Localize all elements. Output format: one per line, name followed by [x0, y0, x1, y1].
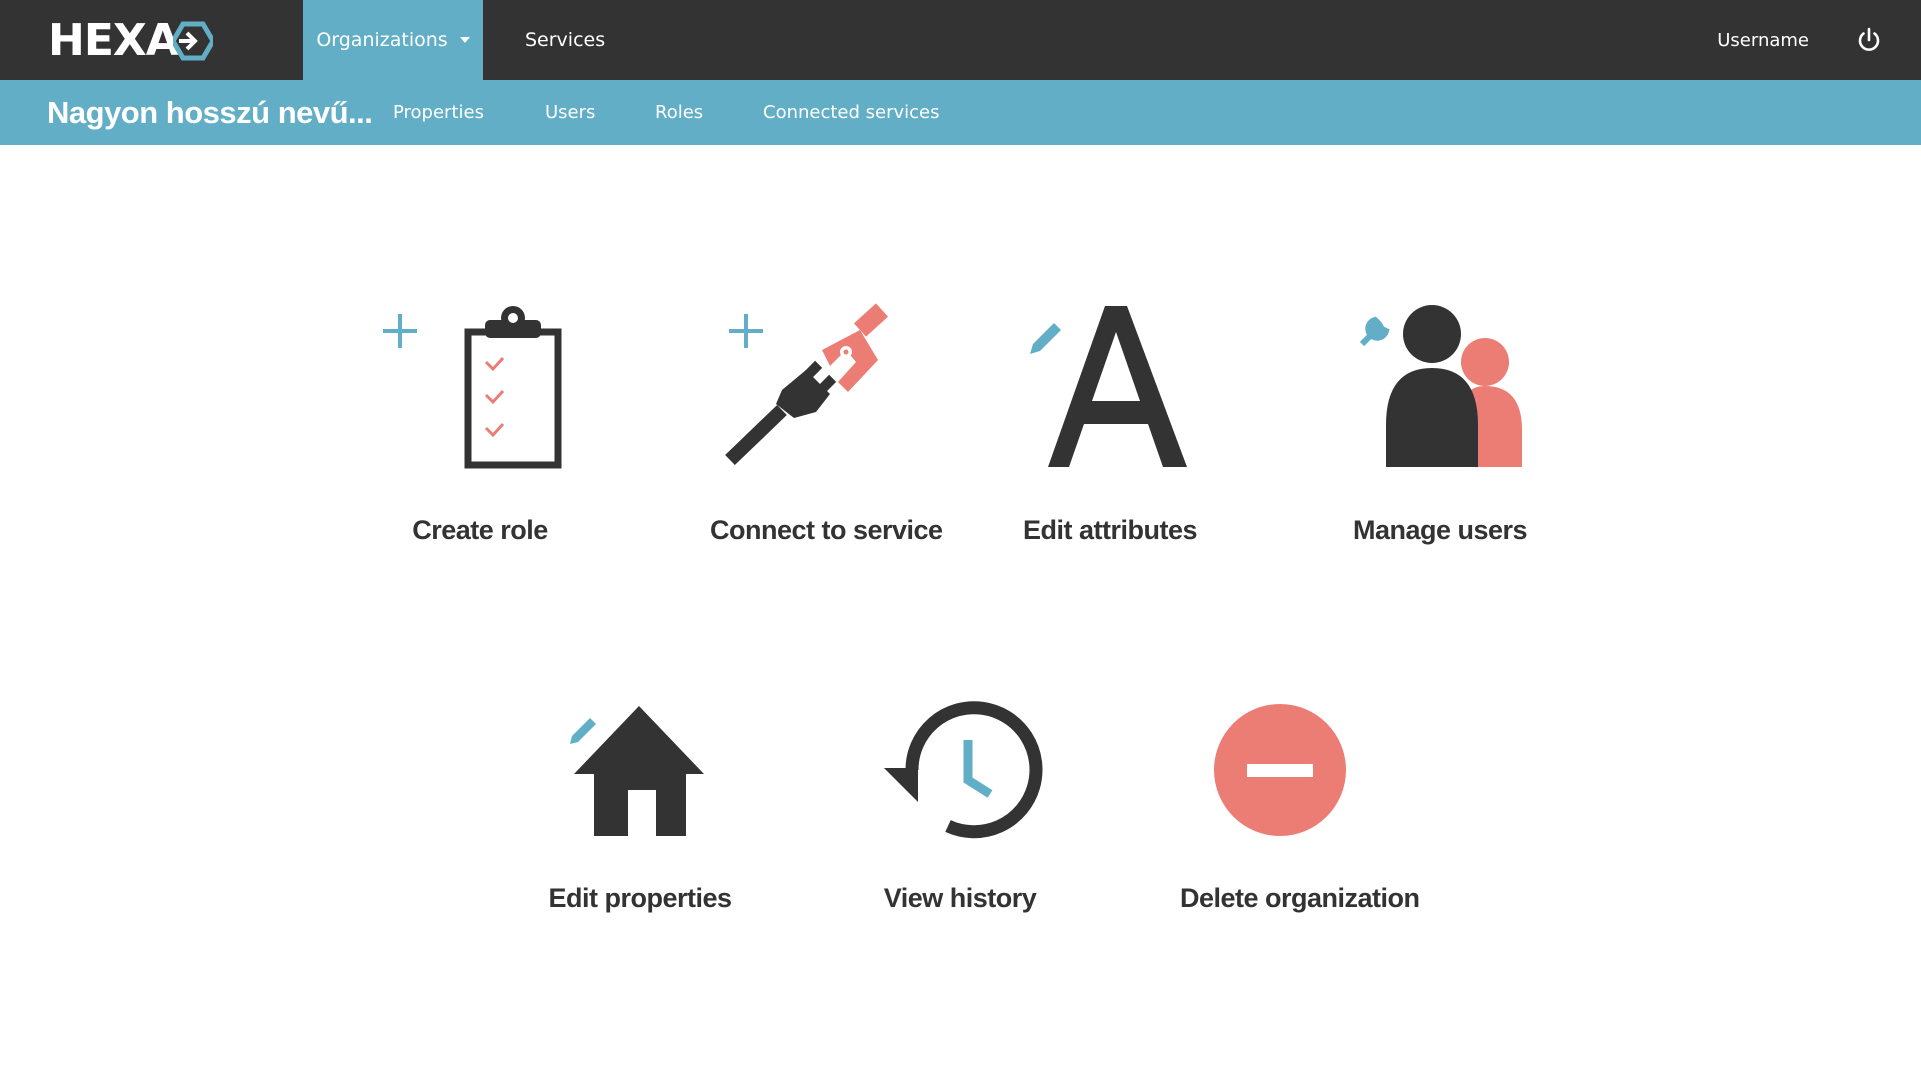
caret-down-icon	[459, 37, 470, 43]
manage-users-label: Manage users	[1352, 515, 1528, 545]
letter-a-pencil-icon	[1030, 306, 1187, 467]
manage-users-tile[interactable]: Manage users	[1340, 300, 1540, 560]
view-history-label: View history	[883, 883, 1037, 913]
power-icon[interactable]	[1856, 27, 1882, 53]
create-role-label: Create role	[412, 515, 548, 545]
subnav-connected-services[interactable]: Connected services	[763, 80, 940, 145]
edit-attributes-label: Edit attributes	[1022, 515, 1198, 545]
users-wrench-icon	[1359, 305, 1522, 467]
house-pencil-icon	[570, 706, 704, 836]
organization-title: Nagyon hosszú nevű...	[47, 94, 373, 130]
top-navbar	[0, 0, 1921, 80]
subnav-properties[interactable]: Properties	[393, 80, 484, 145]
delete-organization-tile[interactable]: Delete organization	[1180, 700, 1420, 920]
connect-to-service-tile[interactable]: Connect to service	[710, 300, 943, 560]
history-icon	[884, 701, 1043, 839]
view-history-tile[interactable]: View history	[860, 700, 1060, 920]
nav-organizations[interactable]: Organizations	[303, 0, 483, 80]
create-role-tile[interactable]: Create role	[380, 300, 580, 560]
username-label: Username	[1717, 29, 1809, 51]
edit-properties-label: Edit properties	[548, 883, 732, 913]
username-menu[interactable]: Username	[1717, 0, 1809, 80]
connect-to-service-label: Connect to service	[710, 515, 943, 545]
edit-attributes-tile[interactable]: Edit attributes	[1010, 300, 1210, 560]
logo-hexagon-icon	[172, 21, 213, 61]
nav-services[interactable]: Services	[525, 0, 605, 80]
clipboard-plus-icon	[383, 306, 562, 469]
logo-text: HEXA	[48, 15, 180, 66]
hexaa-logo[interactable]: HEXA	[48, 15, 213, 66]
edit-properties-tile[interactable]: Edit properties	[540, 700, 740, 920]
nav-services-label: Services	[525, 29, 606, 51]
delete-organization-label: Delete organization	[1180, 883, 1420, 913]
nav-organizations-label: Organizations	[316, 29, 448, 51]
plug-plus-icon	[725, 303, 889, 466]
subnav-roles[interactable]: Roles	[655, 80, 703, 145]
minus-circle-icon	[1214, 704, 1346, 836]
subnav-users[interactable]: Users	[545, 80, 595, 145]
